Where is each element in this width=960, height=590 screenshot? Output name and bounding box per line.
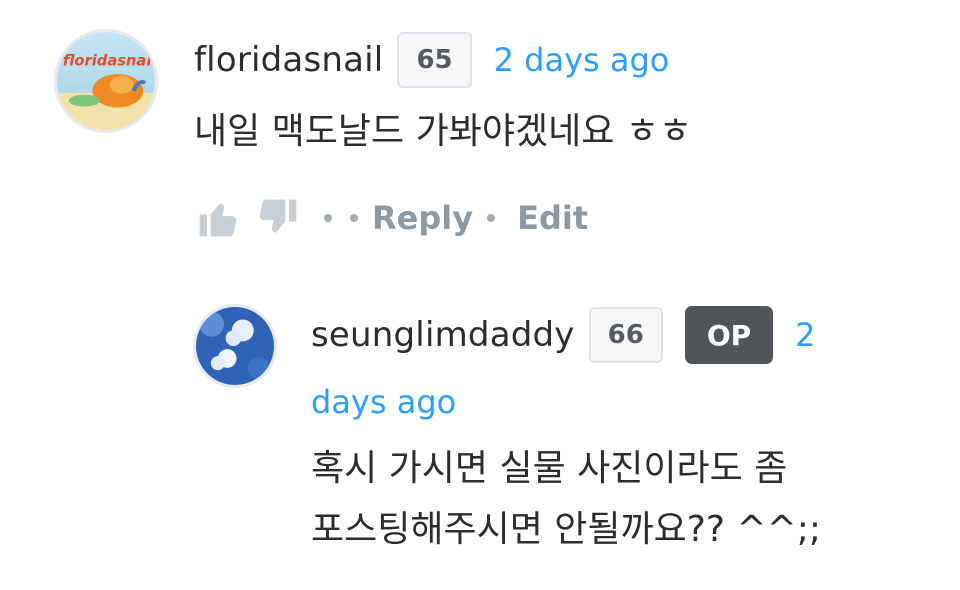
- reputation-badge: 66: [588, 307, 663, 363]
- reputation-badge: 65: [397, 32, 472, 88]
- avatar-image: [196, 307, 274, 385]
- username-link[interactable]: seunglimdaddy: [311, 315, 575, 355]
- reply-button[interactable]: Reply: [372, 199, 473, 237]
- svg-text:floridasnail: floridasnail: [63, 52, 155, 69]
- separator-dot: [350, 214, 358, 222]
- timestamp-link[interactable]: 2 days ago: [494, 41, 670, 79]
- avatar-floridasnail[interactable]: floridasnail: [54, 29, 158, 133]
- avatar-image: floridasnail: [57, 32, 155, 130]
- reply-header: seunglimdaddy 66 OP 2: [311, 306, 816, 364]
- separator-dot: [487, 214, 496, 222]
- username-link[interactable]: floridasnail: [194, 40, 383, 80]
- thumbs-up-icon[interactable]: [196, 196, 240, 240]
- avatar-seunglimdaddy[interactable]: [193, 304, 277, 388]
- comment-footer: Reply Edit: [196, 196, 588, 240]
- op-badge: OP: [684, 306, 774, 364]
- thumbs-down-icon[interactable]: [256, 196, 300, 240]
- timestamp-link-continued[interactable]: days ago: [311, 380, 456, 424]
- separator-dot: [324, 214, 332, 222]
- comment-header: floridasnail 65 2 days ago: [194, 31, 669, 89]
- reply-message-line-1: 혹시 가시면 실물 사진이라도 좀: [311, 448, 788, 489]
- edit-button[interactable]: Edit: [517, 199, 588, 237]
- reply-message-line-2: 포스팅해주시면 안될까요?? ^^;;: [311, 509, 822, 550]
- comment-message: 내일 맥도날드 가봐야겠네요 ㅎㅎ: [194, 111, 693, 152]
- timestamp-link[interactable]: 2: [795, 316, 815, 354]
